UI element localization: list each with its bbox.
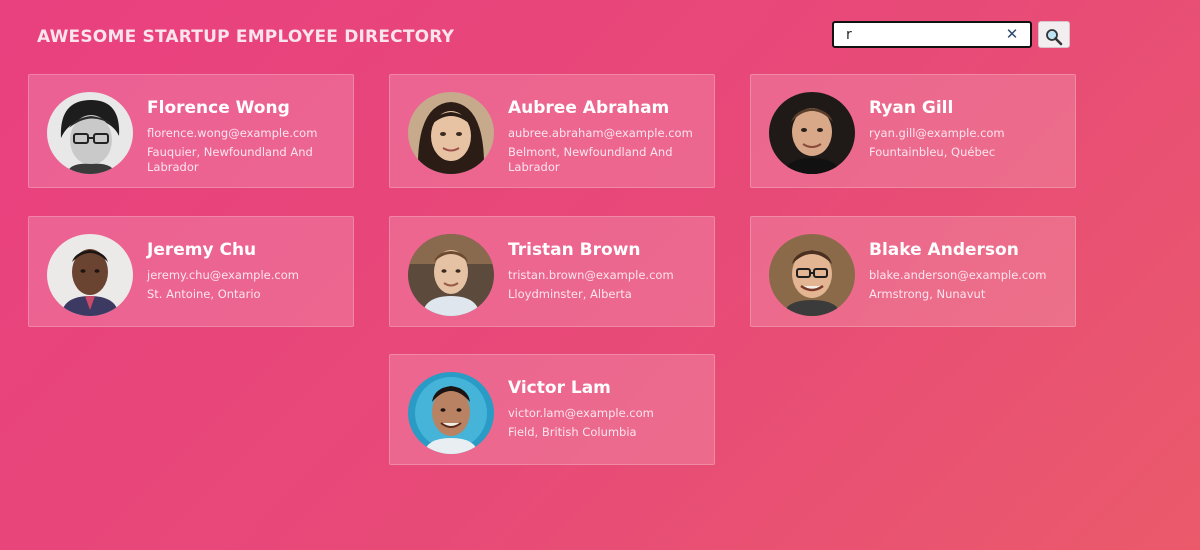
employee-name: Victor Lam — [508, 378, 611, 398]
employee-name: Jeremy Chu — [147, 240, 257, 260]
employee-name: Florence Wong — [147, 98, 290, 118]
avatar — [769, 92, 855, 174]
employee-name: Blake Anderson — [869, 240, 1019, 260]
employee-location: Fountainbleu, Québec — [869, 145, 996, 159]
avatar — [47, 92, 133, 174]
employee-card[interactable]: Ryan Gill ryan.gill@example.com Fountain… — [750, 74, 1076, 188]
employee-email: blake.anderson@example.com — [869, 268, 1047, 282]
employee-location: Field, British Columbia — [508, 425, 637, 439]
employee-email: tristan.brown@example.com — [508, 268, 674, 282]
employee-location: Belmont, Newfoundland And Labrador — [508, 145, 673, 174]
employee-card[interactable]: Blake Anderson blake.anderson@example.co… — [750, 216, 1076, 327]
employee-location: Fauquier, Newfoundland And Labrador — [147, 145, 313, 174]
employee-location: Lloydminster, Alberta — [508, 287, 632, 301]
search-input[interactable] — [832, 21, 1032, 48]
employee-card[interactable]: Victor Lam victor.lam@example.com Field,… — [389, 354, 715, 465]
employee-name: Aubree Abraham — [508, 98, 670, 118]
employee-location: St. Antoine, Ontario — [147, 287, 261, 301]
avatar — [769, 234, 855, 316]
employee-card[interactable]: Tristan Brown tristan.brown@example.com … — [389, 216, 715, 327]
employee-email: aubree.abraham@example.com — [508, 126, 693, 140]
employee-email: ryan.gill@example.com — [869, 126, 1005, 140]
employee-name: Ryan Gill — [869, 98, 954, 118]
magnifier-icon — [1046, 28, 1063, 45]
avatar — [47, 234, 133, 316]
employee-email: jeremy.chu@example.com — [147, 268, 299, 282]
search-button[interactable] — [1038, 21, 1070, 48]
employee-card[interactable]: Jeremy Chu jeremy.chu@example.com St. An… — [28, 216, 354, 327]
avatar — [408, 234, 494, 316]
employee-email: victor.lam@example.com — [508, 406, 654, 420]
employee-location: Armstrong, Nunavut — [869, 287, 986, 301]
employee-name: Tristan Brown — [508, 240, 641, 260]
employee-card[interactable]: Aubree Abraham aubree.abraham@example.co… — [389, 74, 715, 188]
page-title: AWESOME STARTUP EMPLOYEE DIRECTORY — [37, 27, 455, 47]
employee-card[interactable]: Florence Wong florence.wong@example.com … — [28, 74, 354, 188]
close-icon[interactable]: ✕ — [1003, 25, 1021, 43]
avatar — [408, 92, 494, 174]
avatar — [408, 372, 494, 454]
employee-email: florence.wong@example.com — [147, 126, 318, 140]
